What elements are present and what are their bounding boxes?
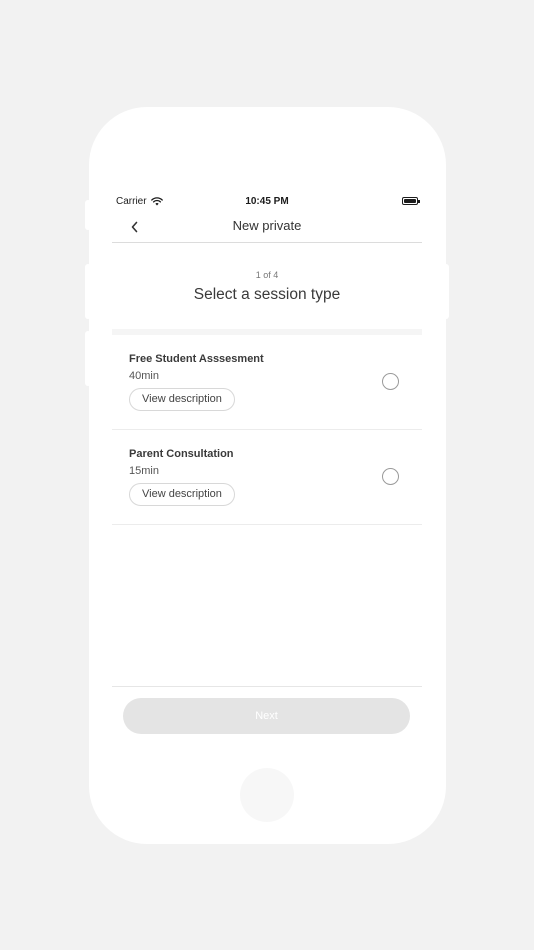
session-radio[interactable] — [382, 468, 399, 485]
step-indicator: 1 of 4 — [255, 270, 279, 280]
side-button-power — [443, 264, 449, 319]
battery-tip — [418, 200, 420, 203]
battery-icon — [402, 197, 420, 205]
next-button[interactable]: Next — [123, 698, 410, 734]
status-bar: Carrier 10:45 PM — [112, 188, 422, 214]
side-button-volume-up — [85, 264, 91, 319]
home-button[interactable] — [240, 768, 294, 822]
status-time: 10:45 PM — [245, 196, 289, 207]
session-item-free-student-assessment[interactable]: Free Student Asssesment 40min View descr… — [112, 335, 422, 430]
battery-fill — [404, 199, 416, 203]
view-description-button[interactable]: View description — [129, 483, 235, 506]
side-button-volume-down — [85, 331, 91, 386]
navigation-bar: New private — [112, 214, 422, 243]
session-radio[interactable] — [382, 373, 399, 390]
nav-title: New private — [232, 218, 302, 233]
session-duration: 40min — [129, 370, 159, 382]
app-screen: Carrier 10:45 PM New private 1 of 4 Sele… — [112, 188, 422, 748]
page-title: Select a session type — [193, 286, 341, 303]
view-description-button[interactable]: View description — [129, 388, 235, 411]
session-item-parent-consultation[interactable]: Parent Consultation 15min View descripti… — [112, 430, 422, 525]
session-type-list: Free Student Asssesment 40min View descr… — [112, 335, 422, 525]
session-name: Parent Consultation — [129, 448, 234, 460]
session-name: Free Student Asssesment — [129, 353, 264, 365]
footer-divider — [112, 686, 422, 687]
side-button-mute — [85, 200, 91, 230]
session-duration: 15min — [129, 465, 159, 477]
